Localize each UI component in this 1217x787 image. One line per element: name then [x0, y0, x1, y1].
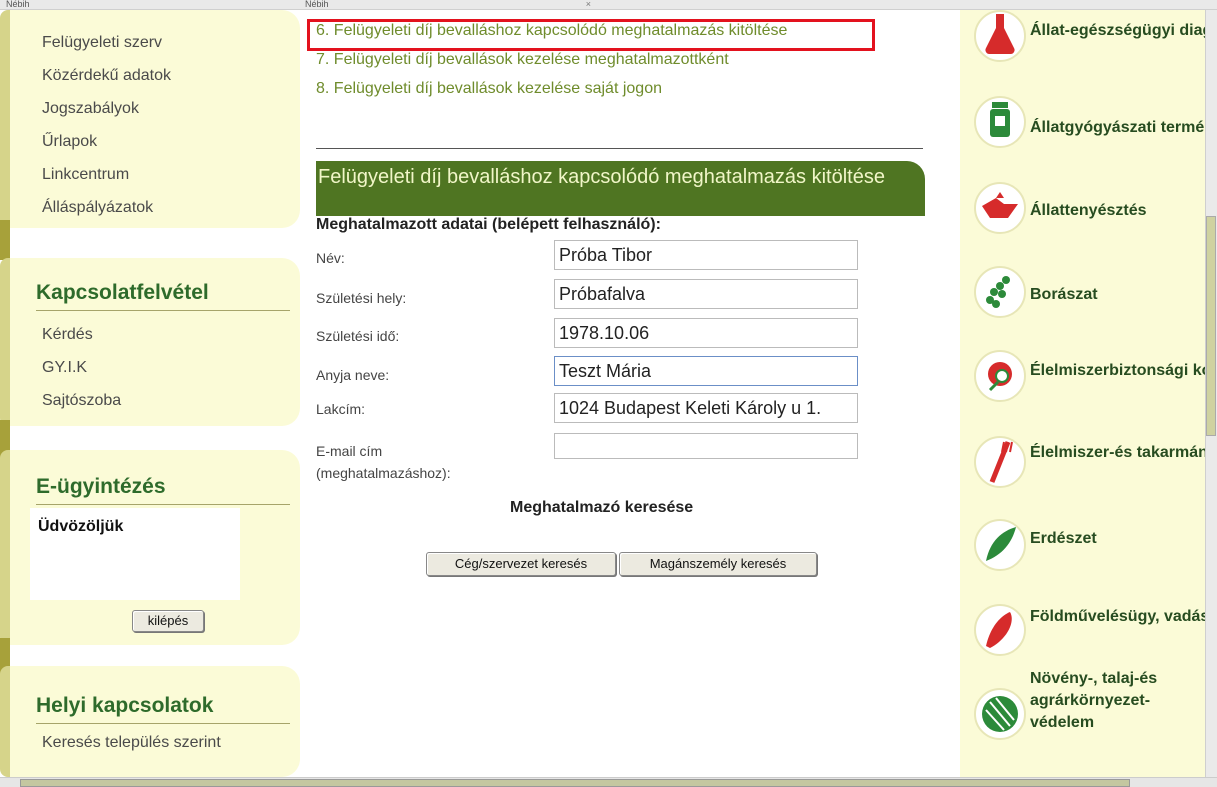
rooster-icon[interactable]: [974, 182, 1026, 234]
input-lakcim[interactable]: 1024 Budapest Keleti Károly u 1.: [554, 393, 858, 423]
tab-left-label: Nébih: [6, 0, 30, 9]
input-nev[interactable]: Próba Tibor: [554, 240, 858, 270]
nav-link-felugyeleti-szerv[interactable]: Felügyeleti szerv: [42, 34, 162, 52]
left-sidebar: Felügyeleti szerv Közérdekű adatok Jogsz…: [0, 10, 300, 777]
leaf-icon[interactable]: [974, 519, 1026, 571]
tab-right-label: Nébih: [305, 0, 329, 9]
form-title: Felügyeleti díj bevalláshoz kapcsolódó m…: [318, 166, 885, 188]
topic-label-foldmuveles[interactable]: Földművelésügy, vadászat, halászat: [1030, 606, 1205, 628]
tab-strip: Nébih Nébih ×: [0, 0, 1217, 10]
striped-ball-icon[interactable]: [974, 688, 1026, 740]
topic-label-elelmiszer-takarmany[interactable]: Élelmiszer-és takarmánybiztonság: [1030, 442, 1205, 464]
nav-box-local: [0, 666, 300, 777]
medicine-jar-icon[interactable]: [974, 96, 1026, 148]
horizontal-scrollbar[interactable]: [0, 777, 1217, 787]
fish-icon[interactable]: [974, 604, 1026, 656]
step-link-6[interactable]: 6. Felügyeleti díj bevalláshoz kapcsolód…: [316, 22, 787, 40]
nav-link-kerdes[interactable]: Kérdés: [42, 326, 93, 344]
label-nev: Név:: [316, 250, 345, 266]
label-anyja-neve: Anyja neve:: [316, 367, 390, 383]
heading-underline: [36, 723, 290, 724]
topic-label-kockazatertekeles[interactable]: Élelmiszerbiztonsági kockázatértékelés: [1030, 360, 1205, 382]
label-szuletesi-ido: Születési idő:: [316, 328, 400, 344]
input-szuletesi-ido[interactable]: 1978.10.06: [554, 318, 858, 348]
topic-label-diagnosztika[interactable]: Állat-egészségügyi diagnosztika: [1030, 20, 1205, 42]
company-search-button[interactable]: Cég/szervezet keresés: [426, 552, 616, 576]
contact-heading: Kapcsolatfelvétel: [36, 281, 209, 304]
topic-label-erdeszet[interactable]: Erdészet: [1030, 528, 1205, 550]
scroll-thumb[interactable]: [20, 779, 1130, 787]
heading-underline: [36, 504, 290, 505]
apple-magnifier-icon[interactable]: [974, 350, 1026, 402]
search-heading: Meghatalmazó keresése: [510, 499, 694, 516]
nav-link-jogszabalyok[interactable]: Jogszabályok: [42, 100, 139, 118]
welcome-text: Üdvözöljük: [38, 518, 124, 535]
topic-label-boraszat[interactable]: Borászat: [1030, 284, 1205, 306]
flask-icon[interactable]: [974, 10, 1026, 62]
input-email[interactable]: [554, 433, 858, 459]
section-heading: Meghatalmazott adatai (belépett felhaszn…: [316, 216, 661, 233]
nav-link-linkcentrum[interactable]: Linkcentrum: [42, 166, 129, 184]
nav-link-kozerdeku-adatok[interactable]: Közérdekű adatok: [42, 67, 171, 85]
nav-link-telepules-kereses[interactable]: Keresés település szerint: [42, 734, 221, 752]
scroll-thumb[interactable]: [1206, 216, 1216, 436]
eservices-heading: E-ügyintézés: [36, 475, 166, 498]
tab-right[interactable]: Nébih ×: [305, 0, 595, 10]
topic-label-allatgyogyaszat[interactable]: Állatgyógyászati termékek: [1030, 117, 1205, 139]
fork-icon[interactable]: [974, 436, 1026, 488]
nav-link-urlapok[interactable]: Űrlapok: [42, 133, 97, 151]
topics-sidebar: Állat-egészségügyi diagnosztika Állatgyó…: [960, 10, 1205, 777]
input-anyja-neve[interactable]: Teszt Mária: [554, 356, 858, 386]
label-szuletesi-hely: Születési hely:: [316, 290, 407, 306]
vertical-scrollbar[interactable]: [1205, 10, 1217, 777]
step-link-7[interactable]: 7. Felügyeleti díj bevallások kezelése m…: [316, 51, 729, 69]
nav-link-sajtoszoba[interactable]: Sajtószoba: [42, 392, 121, 410]
local-heading: Helyi kapcsolatok: [36, 694, 214, 717]
tab-left[interactable]: Nébih: [6, 0, 296, 10]
label-lakcim: Lakcím:: [316, 401, 366, 417]
step-link-8[interactable]: 8. Felügyeleti díj bevallások kezelése s…: [316, 80, 662, 98]
heading-underline: [36, 310, 290, 311]
nav-link-gyik[interactable]: GY.I.K: [42, 359, 87, 377]
sidebar-divider: [0, 220, 10, 260]
topic-label-allattenyesztes[interactable]: Állattenyésztés: [1030, 200, 1205, 222]
close-icon[interactable]: ×: [586, 0, 591, 9]
logout-button[interactable]: kilépés: [132, 610, 204, 632]
grapes-icon[interactable]: [974, 266, 1026, 318]
divider: [316, 148, 923, 149]
nav-link-allaspalyazatok[interactable]: Álláspályázatok: [42, 199, 153, 217]
input-szuletesi-hely[interactable]: Próbafalva: [554, 279, 858, 309]
topic-label-novenyvedelem[interactable]: Növény-, talaj-és agrárkörnyezet-védelem: [1030, 668, 1200, 734]
label-email: E-mail cím (meghatalmazáshoz):: [316, 443, 451, 481]
main-content: 6. Felügyeleti díj bevalláshoz kapcsolód…: [300, 10, 960, 777]
person-search-button[interactable]: Magánszemély keresés: [619, 552, 817, 576]
form-title-banner: Felügyeleti díj bevalláshoz kapcsolódó m…: [316, 161, 925, 216]
